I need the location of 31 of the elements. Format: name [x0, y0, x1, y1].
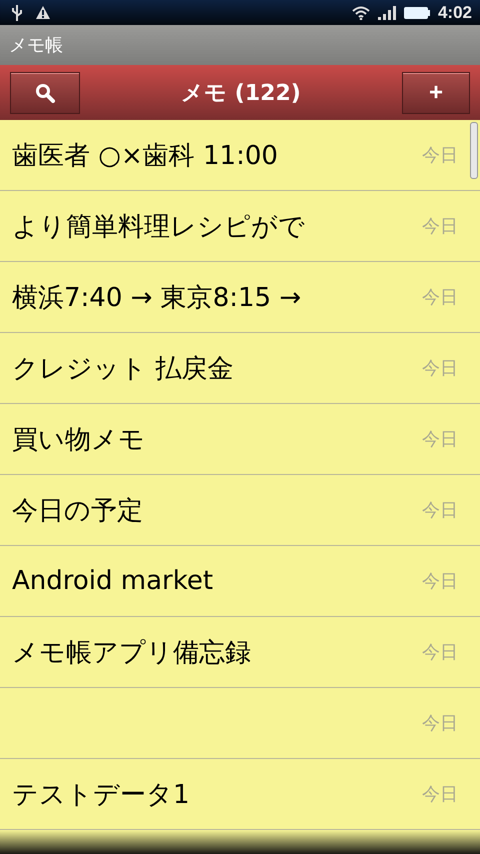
note-date: 今日 — [422, 499, 458, 522]
note-date: 今日 — [422, 286, 458, 309]
note-title: Android market — [12, 566, 214, 596]
clock: 4:02 — [438, 2, 472, 22]
note-date: 今日 — [422, 215, 458, 238]
note-date: 今日 — [422, 144, 458, 167]
signal-icon — [378, 6, 396, 20]
battery-icon — [404, 6, 430, 18]
search-icon — [35, 82, 55, 102]
note-title: メモ帳アプリ備忘録 — [12, 636, 251, 670]
note-title: 歯医者 ○×歯科 11:00 — [12, 140, 278, 172]
scrollbar — [470, 122, 478, 179]
wifi-icon — [352, 6, 370, 20]
note-date: 今日 — [422, 712, 458, 735]
add-button[interactable]: + — [402, 72, 470, 114]
note-title: より簡単料理レシピがで — [12, 210, 305, 244]
search-button[interactable] — [10, 72, 80, 114]
note-title: テストデータ1 — [12, 778, 190, 812]
header-title: メモ (122) — [181, 80, 301, 108]
note-date: 今日 — [422, 570, 458, 593]
note-title: クレジット 払戻金 — [12, 352, 234, 386]
note-date: 今日 — [422, 641, 458, 664]
warning-icon — [36, 6, 50, 19]
note-date: 今日 — [422, 428, 458, 451]
note-title: 今日の予定 — [12, 494, 143, 528]
note-title: 横浜7:40 → 東京8:15 → — [12, 282, 302, 314]
note-date: 今日 — [422, 783, 458, 806]
usb-icon — [12, 4, 22, 20]
note-title: 買い物メモ — [12, 424, 145, 456]
app-title: メモ帳 — [9, 34, 63, 57]
note-date: 今日 — [422, 357, 458, 380]
